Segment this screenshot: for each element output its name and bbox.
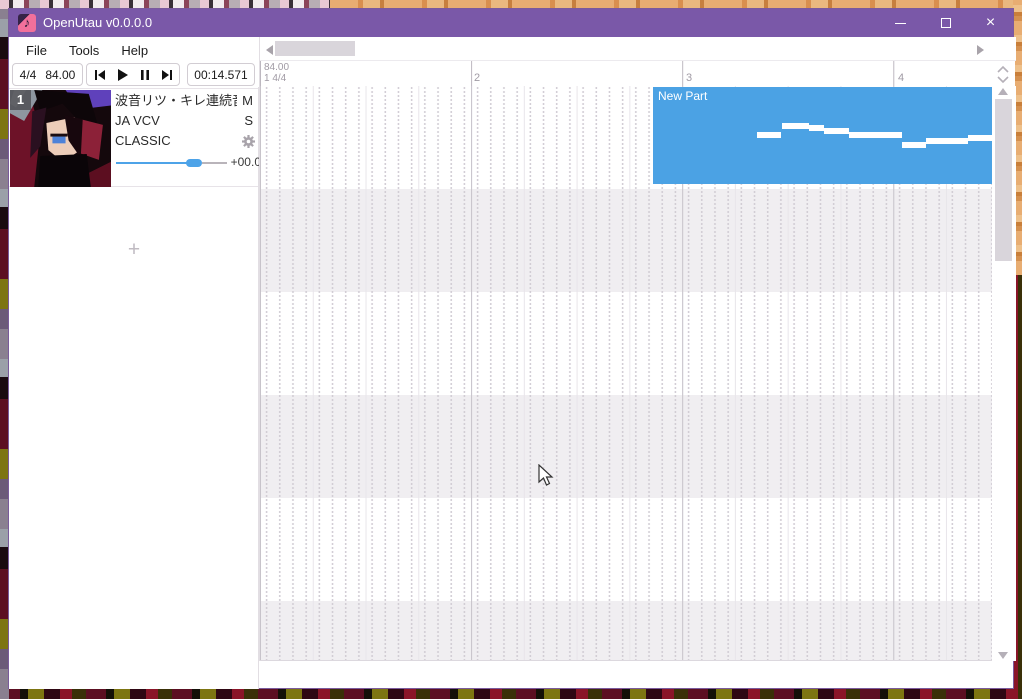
phonemizer-label[interactable]: JA VCV xyxy=(115,113,160,128)
vertical-zoom-control[interactable] xyxy=(995,63,1011,87)
volume-value: +00.0 xyxy=(230,155,261,169)
openutau-window: ♪ OpenUtau v0.0.0.0 × File Tools Help 4/… xyxy=(8,8,1016,689)
horizontal-scrollbar[interactable] xyxy=(260,37,1016,61)
mute-button[interactable]: M xyxy=(242,91,253,111)
app-icon: ♪ xyxy=(18,14,36,32)
playback-time-box[interactable]: 00:14.571 xyxy=(187,63,255,86)
volume-slider-thumb[interactable] xyxy=(186,159,202,167)
part-label: New Part xyxy=(658,89,708,103)
track-info: 波音リツ・キレ連続音Ver M JA VCV S CLASSIC xyxy=(115,91,255,151)
part-note-preview xyxy=(824,128,849,134)
minimize-icon xyxy=(895,22,906,24)
title-bar[interactable]: ♪ OpenUtau v0.0.0.0 × xyxy=(9,9,1013,37)
close-button[interactable]: × xyxy=(968,9,1013,37)
skip-end-icon[interactable] xyxy=(161,69,172,80)
vertical-scrollbar[interactable] xyxy=(994,86,1016,661)
part-note-preview xyxy=(968,135,992,141)
add-track-button[interactable]: + xyxy=(118,236,150,264)
track-panel: 1 波音リツ・キレ連続音Ver M JA VCV S CLASSIC xyxy=(9,87,261,689)
arrangement-grid[interactable]: New Part xyxy=(260,86,992,661)
pause-icon[interactable] xyxy=(140,69,149,80)
part-note-preview xyxy=(757,132,781,138)
play-icon[interactable] xyxy=(117,68,128,81)
maximize-icon xyxy=(940,18,951,28)
window-title: OpenUtau v0.0.0.0 xyxy=(43,15,153,30)
horizontal-scrollbar-thumb[interactable] xyxy=(275,41,355,56)
playback-controls xyxy=(86,63,180,86)
menu-file[interactable]: File xyxy=(15,39,58,62)
menu-tools[interactable]: Tools xyxy=(58,39,110,62)
vertical-scrollbar-thumb[interactable] xyxy=(995,99,1012,261)
arrangement-area: 84.00 1 4/4 2 3 4 New Part xyxy=(259,37,1016,661)
gear-icon[interactable] xyxy=(242,135,255,148)
menu-help[interactable]: Help xyxy=(110,39,159,62)
measure-label-4: 4 xyxy=(898,72,905,84)
menu-bar: File Tools Help xyxy=(9,37,259,63)
part-note-preview xyxy=(849,132,902,138)
maximize-button[interactable] xyxy=(923,9,968,37)
playback-time: 00:14.571 xyxy=(194,67,248,82)
singer-name[interactable]: 波音リツ・キレ連続音Ver xyxy=(115,91,237,111)
close-icon: × xyxy=(985,14,996,31)
scroll-right-arrow-icon[interactable] xyxy=(977,45,984,55)
meter-tempo-box[interactable]: 4/4 84.00 xyxy=(12,63,83,86)
part-note-preview xyxy=(902,142,926,148)
chevron-down-icon xyxy=(997,76,1009,84)
part-note-preview xyxy=(809,125,824,131)
part-block[interactable]: New Part xyxy=(653,87,992,184)
renderer-label[interactable]: CLASSIC xyxy=(115,133,171,148)
time-signature-value[interactable]: 4/4 xyxy=(20,68,37,82)
scroll-left-arrow-icon[interactable] xyxy=(266,45,273,55)
tempo-value[interactable]: 84.00 xyxy=(45,68,75,82)
scroll-up-arrow-icon[interactable] xyxy=(998,88,1008,95)
minimize-button[interactable] xyxy=(878,9,923,37)
measure-label-2: 2 xyxy=(474,72,481,84)
skip-start-icon[interactable] xyxy=(94,69,105,80)
solo-button[interactable]: S xyxy=(244,111,253,131)
ruler-tempo-label: 84.00 xyxy=(264,62,290,73)
track-row[interactable]: 1 波音リツ・キレ連続音Ver M JA VCV S CLASSIC xyxy=(9,88,261,187)
chevron-up-icon xyxy=(997,65,1009,73)
scroll-down-arrow-icon[interactable] xyxy=(998,652,1008,659)
volume-slider-fill xyxy=(116,162,188,164)
volume-slider[interactable]: +00.0 xyxy=(115,155,261,171)
part-note-preview xyxy=(926,138,968,144)
measure-label-3: 3 xyxy=(686,72,693,84)
desktop-background: ♪ OpenUtau v0.0.0.0 × File Tools Help 4/… xyxy=(0,0,1022,699)
ruler-measure1-label: 1 4/4 xyxy=(264,73,287,84)
volume-slider-track xyxy=(202,162,227,164)
track-number: 1 xyxy=(10,90,31,110)
timeline-ruler[interactable]: 84.00 1 4/4 2 3 4 xyxy=(260,61,992,86)
part-note-preview xyxy=(782,123,809,129)
